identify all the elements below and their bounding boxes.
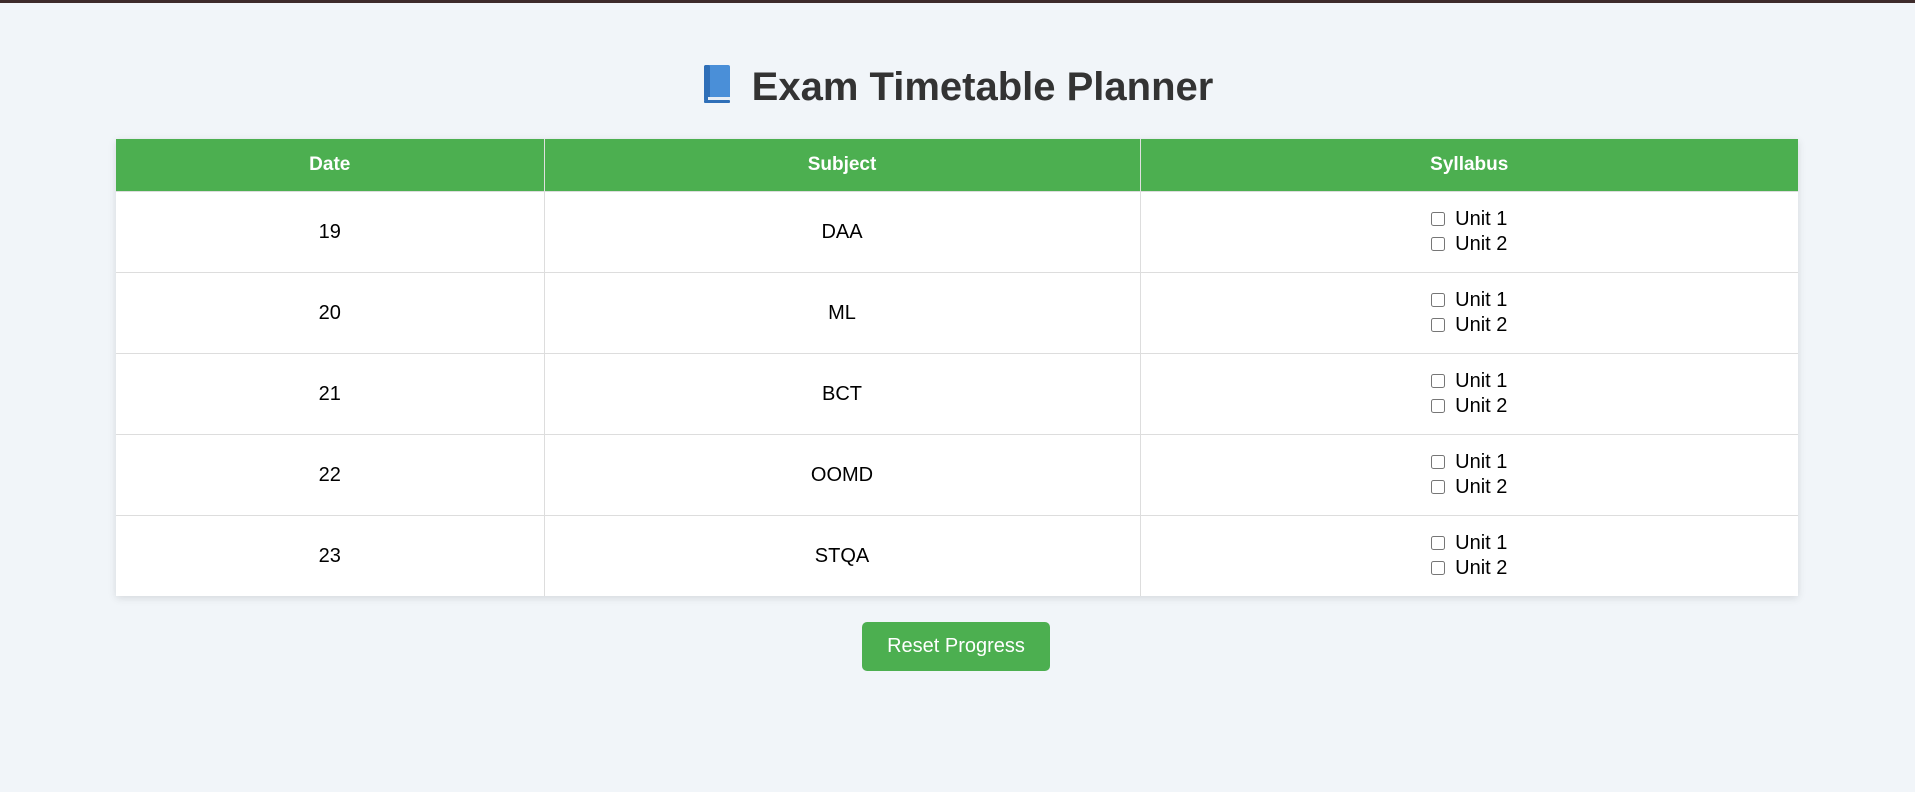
syllabus-cell: Unit 1 Unit 2 [1140, 191, 1798, 273]
unit-item[interactable]: Unit 1 [1431, 369, 1507, 394]
unit-label: Unit 2 [1455, 232, 1508, 255]
unit-checkbox[interactable] [1431, 318, 1446, 333]
unit-checkbox[interactable] [1431, 536, 1446, 551]
unit-checkbox[interactable] [1431, 374, 1446, 389]
syllabus-cell: Unit 1 Unit 2 [1140, 434, 1798, 516]
page-title-text: Exam Timetable Planner [751, 65, 1214, 109]
unit-checkbox[interactable] [1431, 293, 1446, 308]
unit-label: Unit 2 [1455, 556, 1508, 579]
unit-label: Unit 1 [1455, 207, 1508, 230]
timetable: Date Subject Syllabus 19 DAA Unit 1 Unit… [116, 139, 1798, 596]
table-row: 20 ML Unit 1 Unit 2 [116, 272, 1798, 354]
unit-checkbox[interactable] [1431, 561, 1446, 576]
table-header-row: Date Subject Syllabus [116, 139, 1798, 192]
date-cell: 19 [116, 191, 545, 273]
unit-label: Unit 1 [1455, 369, 1508, 392]
unit-item[interactable]: Unit 2 [1431, 556, 1507, 581]
table-row: 22 OOMD Unit 1 Unit 2 [116, 434, 1798, 516]
table-row: 19 DAA Unit 1 Unit 2 [116, 191, 1798, 273]
unit-item[interactable]: Unit 1 [1431, 531, 1507, 556]
page-title: Exam Timetable Planner [0, 60, 1915, 114]
date-cell: 23 [116, 515, 545, 596]
unit-checkbox[interactable] [1431, 212, 1446, 227]
date-cell: 20 [116, 272, 545, 354]
reset-progress-button[interactable]: Reset Progress [862, 622, 1050, 671]
subject-cell: STQA [544, 515, 1141, 596]
syllabus-cell: Unit 1 Unit 2 [1140, 272, 1798, 354]
column-header-syllabus: Syllabus [1140, 139, 1798, 192]
subject-cell: OOMD [544, 434, 1141, 516]
subject-cell: DAA [544, 191, 1141, 273]
unit-label: Unit 2 [1455, 313, 1508, 336]
subject-cell: ML [544, 272, 1141, 354]
unit-label: Unit 2 [1455, 394, 1508, 417]
unit-item[interactable]: Unit 2 [1431, 394, 1507, 419]
unit-item[interactable]: Unit 1 [1431, 450, 1507, 475]
unit-item[interactable]: Unit 1 [1431, 207, 1507, 232]
subject-cell: BCT [544, 353, 1141, 435]
unit-checkbox[interactable] [1431, 455, 1446, 470]
unit-checkbox[interactable] [1431, 480, 1446, 495]
column-header-date: Date [116, 139, 545, 192]
syllabus-cell: Unit 1 Unit 2 [1140, 515, 1798, 596]
unit-item[interactable]: Unit 2 [1431, 313, 1507, 338]
unit-checkbox[interactable] [1431, 237, 1446, 252]
unit-item[interactable]: Unit 2 [1431, 232, 1507, 257]
table-row: 21 BCT Unit 1 Unit 2 [116, 353, 1798, 435]
blue-book-icon [703, 65, 730, 103]
unit-label: Unit 1 [1455, 450, 1508, 473]
unit-label: Unit 1 [1455, 288, 1508, 311]
unit-label: Unit 2 [1455, 475, 1508, 498]
syllabus-cell: Unit 1 Unit 2 [1140, 353, 1798, 435]
table-row: 23 STQA Unit 1 Unit 2 [116, 515, 1798, 596]
unit-item[interactable]: Unit 2 [1431, 475, 1507, 500]
date-cell: 21 [116, 353, 545, 435]
column-header-subject: Subject [544, 139, 1141, 192]
date-cell: 22 [116, 434, 545, 516]
unit-checkbox[interactable] [1431, 399, 1446, 414]
unit-label: Unit 1 [1455, 531, 1508, 554]
unit-item[interactable]: Unit 1 [1431, 288, 1507, 313]
